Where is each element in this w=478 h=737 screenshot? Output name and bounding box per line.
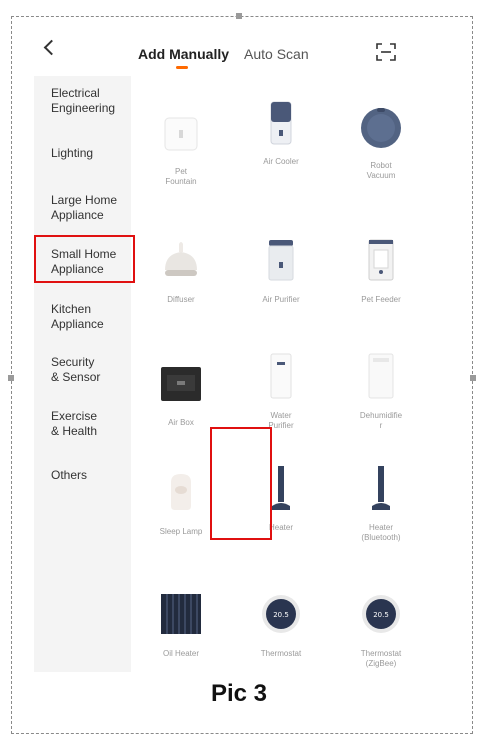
category-sidebar: Electrical Engineering Lighting Large Ho… [34,76,131,672]
thermostat-display: 20.5 [273,611,289,619]
resize-handle-top[interactable] [236,13,242,19]
water-purifier-icon [270,353,292,399]
heater-bluetooth-icon [372,466,390,510]
tab-add-manually[interactable]: Add Manually [138,46,229,62]
header: Add Manually Auto Scan [34,20,436,76]
back-icon[interactable] [43,39,60,56]
oil-heater-icon [161,594,201,634]
device-label: Robot Vacuum [366,161,396,180]
sidebar-item-lighting[interactable]: Lighting [51,146,129,161]
tab-auto-scan[interactable]: Auto Scan [244,46,309,62]
sidebar-item-electrical-engineering[interactable]: Electrical Engineering [51,86,129,116]
device-label: Air Cooler [263,157,299,166]
device-robot-vacuum[interactable]: Robot Vacuum [331,102,431,181]
sidebar-item-others[interactable]: Others [51,468,129,483]
device-pet-feeder[interactable]: Pet Feeder [331,236,431,305]
resize-handle-right[interactable] [470,375,476,381]
sidebar-item-security-sensor[interactable]: Security & Sensor [51,355,129,385]
device-thermostat[interactable]: 20.5 Thermostat [231,590,331,659]
device-label: Thermostat [260,649,302,658]
device-air-cooler[interactable]: Air Cooler [231,98,331,167]
device-air-purifier[interactable]: Air Purifier [231,236,331,305]
scan-icon[interactable] [376,43,396,61]
device-label: Thermostat (ZigBee) [360,649,402,668]
device-grid: Pet Fountain Air Cooler Robot Vacuum Dif… [131,76,436,672]
thermostat-icon: 20.5 [262,595,300,633]
resize-handle-left[interactable] [8,375,14,381]
device-thermostat-zigbee[interactable]: 20.5 Thermostat (ZigBee) [331,590,431,669]
device-water-purifier[interactable]: Water Purifier [231,352,331,431]
sidebar-item-exercise-health[interactable]: Exercise & Health [51,409,129,439]
device-label: Pet Fountain [165,167,197,186]
sleep-lamp-icon [171,474,191,510]
device-label: Oil Heater [162,649,199,658]
active-tab-indicator [176,66,188,69]
device-dehumidifier[interactable]: Dehumidifie r [331,352,431,431]
device-air-box[interactable]: Air Box [131,359,231,428]
device-label: Air Purifier [262,295,300,304]
selected-category-highlight [34,235,135,283]
sidebar-item-large-home-appliance[interactable]: Large Home Appliance [51,193,129,223]
thermostat-display: 20.5 [373,611,389,619]
device-label: Pet Feeder [361,295,401,304]
device-oil-heater[interactable]: Oil Heater [131,590,231,659]
air-box-icon [161,367,201,401]
pet-fountain-icon [164,117,198,151]
robot-vacuum-icon [361,108,401,148]
device-heater-bluetooth[interactable]: Heater (Bluetooth) [331,464,431,543]
device-label: Diffuser [167,295,195,304]
app-screen: Add Manually Auto Scan Electrical Engine… [34,20,436,672]
device-label: Heater (Bluetooth) [361,523,401,542]
diffuser-icon [165,242,197,276]
thermostat-zigbee-icon: 20.5 [362,595,400,633]
figure-caption: Pic 3 [210,680,268,707]
sidebar-item-kitchen-appliance[interactable]: Kitchen Appliance [51,302,129,332]
air-cooler-icon [270,101,292,145]
dehumidifier-icon [368,353,394,399]
air-purifier-icon [268,240,294,281]
device-label: Dehumidifie r [359,411,403,430]
pet-feeder-icon [368,239,394,281]
device-pet-fountain[interactable]: Pet Fountain [131,108,231,187]
device-diffuser[interactable]: Diffuser [131,236,231,305]
selected-device-highlight [210,427,272,540]
